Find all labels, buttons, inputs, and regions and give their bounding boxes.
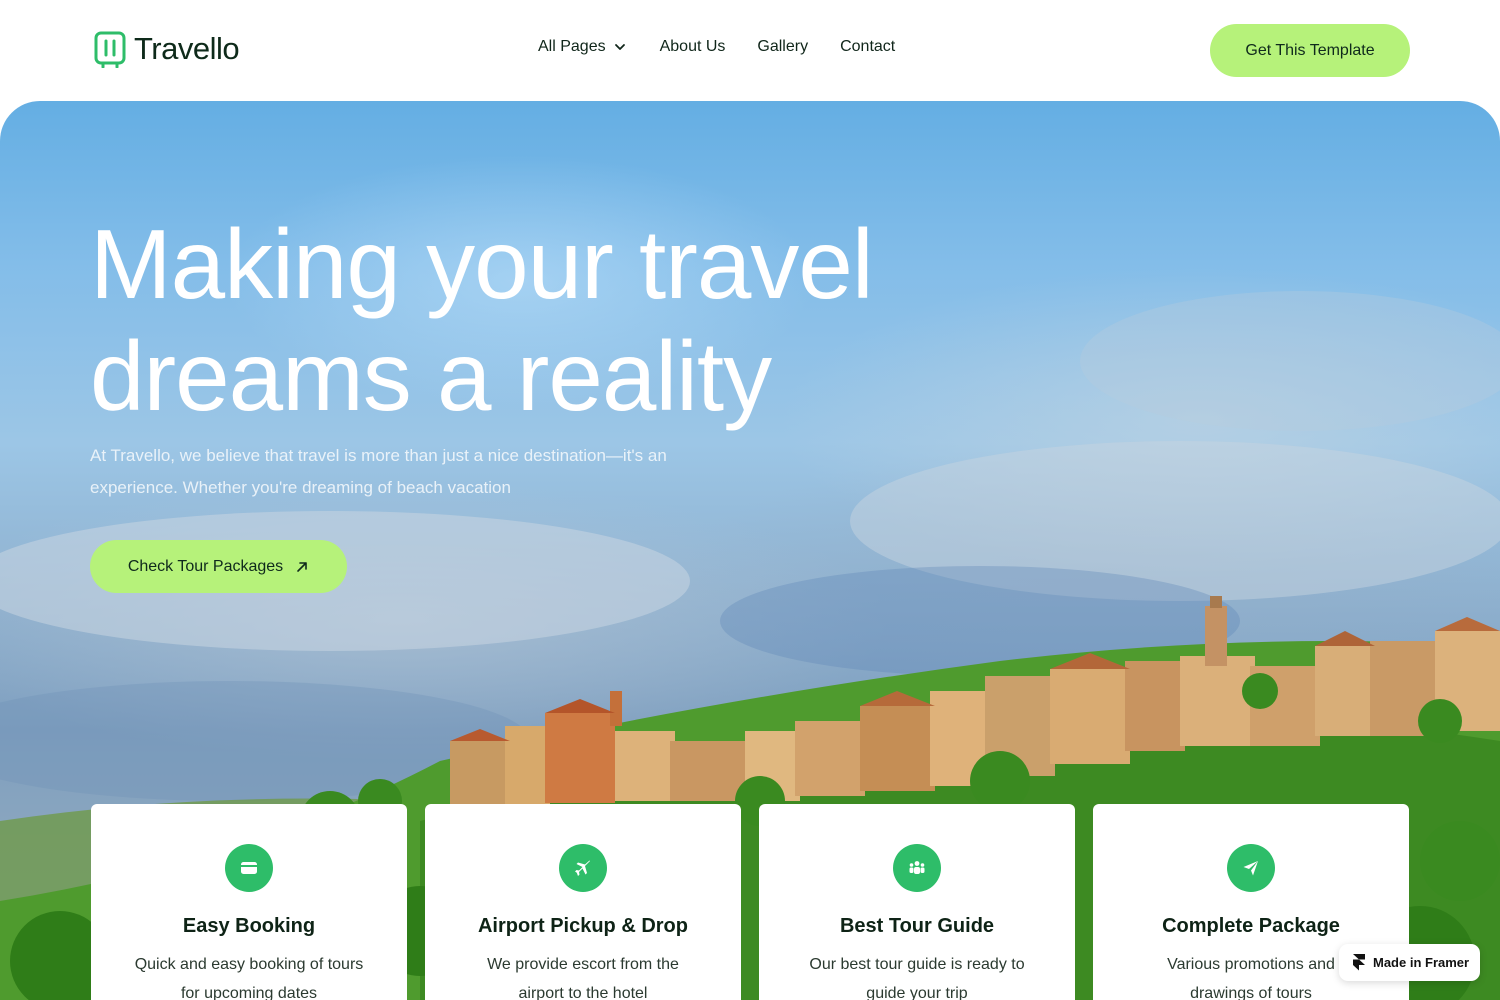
get-template-button[interactable]: Get This Template <box>1210 24 1410 77</box>
main-nav: All Pages About Us Gallery Contact <box>538 38 895 56</box>
hero-subtitle: At Travello, we believe that travel is m… <box>90 446 667 497</box>
badge-label: Made in Framer <box>1373 955 1470 970</box>
users-icon <box>893 844 941 892</box>
airplane-icon <box>559 844 607 892</box>
hero-title-line-2: dreams a reality <box>90 321 772 431</box>
nav-gallery[interactable]: Gallery <box>757 38 808 56</box>
nav-label: Gallery <box>757 38 809 55</box>
nav-label: Contact <box>840 38 896 55</box>
site-header: Travello All Pages About Us Gallery Cont… <box>0 0 1500 101</box>
feature-card-easy-booking[interactable]: Easy Booking Quick and easy booking of t… <box>91 804 407 1000</box>
nav-contact[interactable]: Contact <box>840 38 895 56</box>
paper-plane-icon <box>1227 844 1275 892</box>
cta-label: Check Tour Packages <box>127 557 284 575</box>
feature-card-tour-guide[interactable]: Best Tour Guide Our best tour guide is r… <box>759 804 1075 1000</box>
card-title: Best Tour Guide <box>839 915 995 937</box>
nav-all-pages[interactable]: All Pages <box>538 38 628 56</box>
nav-label: About Us <box>659 38 726 55</box>
logo-text: Travello <box>134 31 240 66</box>
credit-card-icon <box>225 844 273 892</box>
card-description: Our best tour guide is ready to guide yo… <box>809 956 1025 1000</box>
suitcase-logo-icon <box>94 31 126 68</box>
framer-logo-icon <box>1353 954 1365 971</box>
chevron-down-icon <box>614 44 625 50</box>
check-tour-packages-button[interactable]: Check Tour Packages <box>90 540 347 593</box>
card-title: Airport Pickup & Drop <box>477 915 688 937</box>
card-description: We provide escort from the airport to th… <box>487 956 679 1000</box>
card-title: Complete Package <box>1162 915 1340 937</box>
arrow-up-right-icon <box>297 561 307 572</box>
nav-about-us[interactable]: About Us <box>660 38 726 56</box>
card-title: Easy Booking <box>182 915 316 937</box>
card-description: Various promotions and drawings of tours <box>1167 956 1335 1000</box>
hero-title: Making your travel dreams a reality <box>90 208 874 432</box>
nav-label: All Pages <box>538 38 606 55</box>
logo[interactable]: Travello <box>94 30 240 68</box>
card-description: Quick and easy booking of tours for upco… <box>134 956 364 1000</box>
hero-title-line-1: Making your travel <box>90 209 874 319</box>
made-in-framer-badge[interactable]: Made in Framer <box>1339 944 1480 981</box>
feature-card-airport-pickup[interactable]: Airport Pickup & Drop We provide escort … <box>425 804 741 1000</box>
